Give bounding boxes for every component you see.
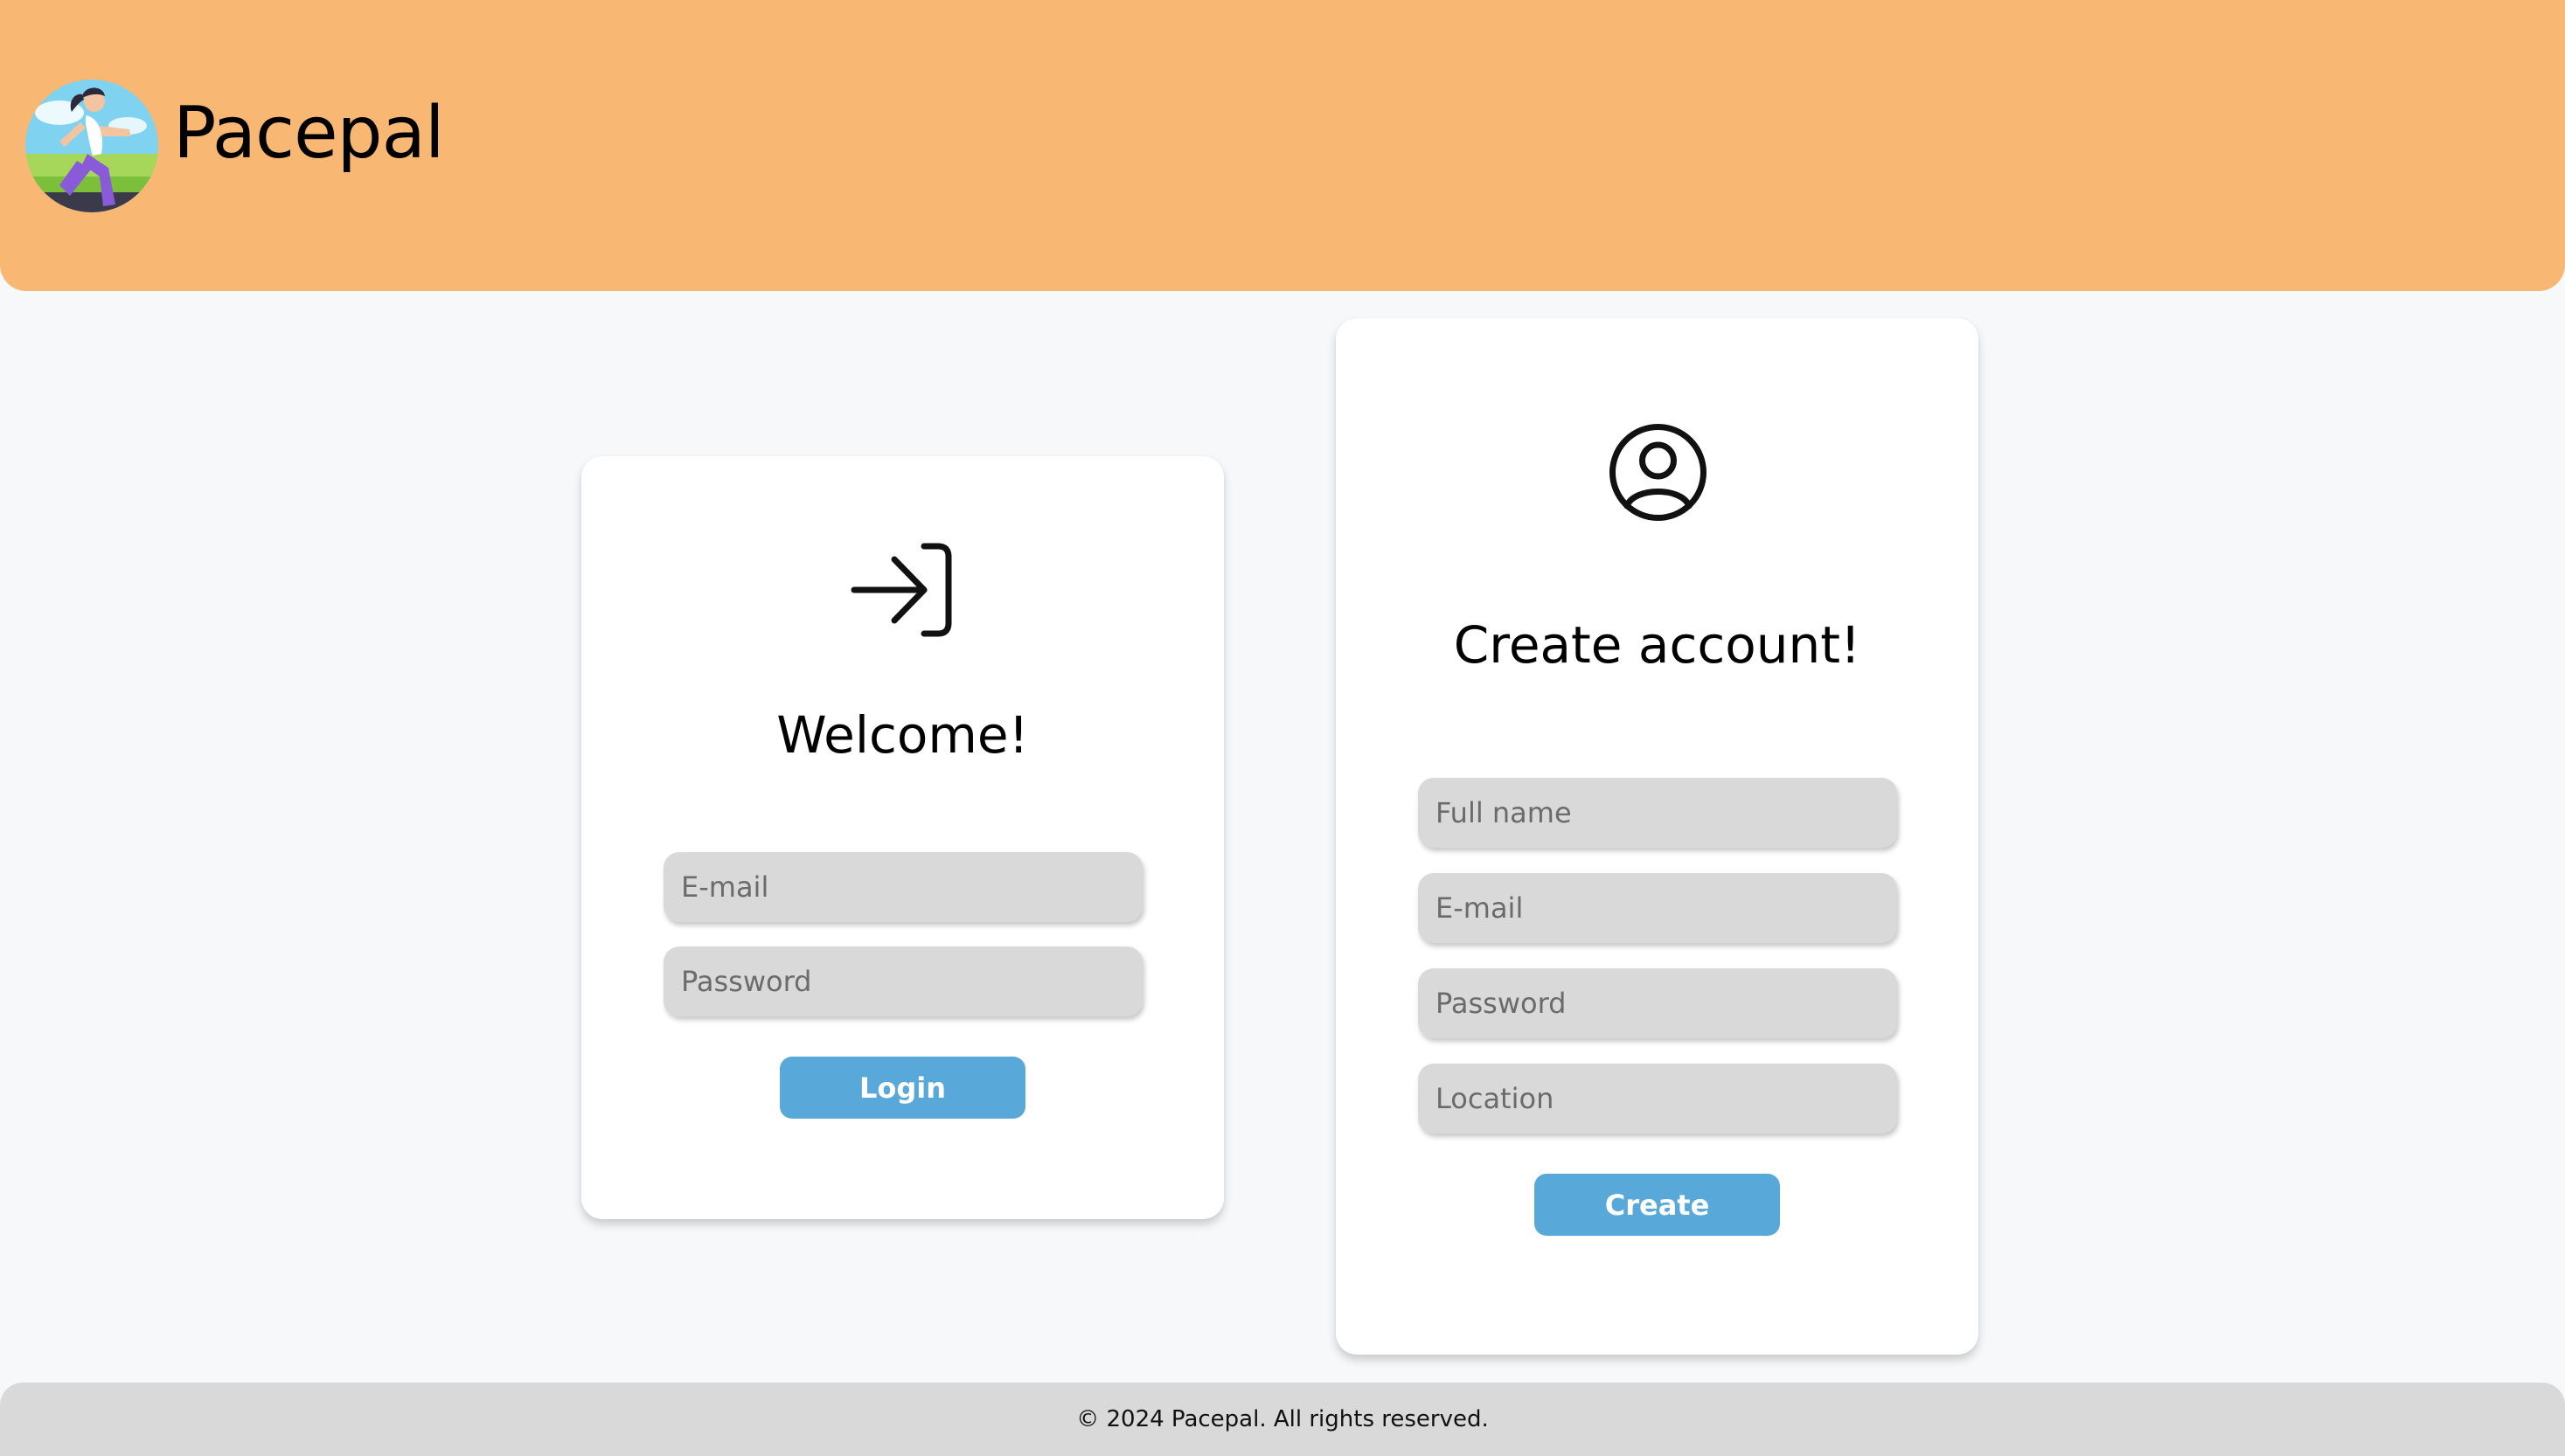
create-password-field[interactable] — [1418, 968, 1897, 1038]
login-card: Welcome! Login — [581, 456, 1224, 1219]
copyright-text: © 2024 Pacepal. All rights reserved. — [1076, 1406, 1489, 1432]
full-name-field[interactable] — [1418, 778, 1897, 848]
create-account-card: Create account! Create — [1336, 318, 1978, 1355]
login-title: Welcome! — [776, 705, 1029, 765]
login-email-field[interactable] — [664, 852, 1143, 922]
create-email-field[interactable] — [1418, 873, 1897, 943]
create-button[interactable]: Create — [1534, 1174, 1780, 1236]
location-field[interactable] — [1418, 1064, 1897, 1134]
create-account-title: Create account! — [1453, 615, 1861, 675]
login-arrow-icon — [851, 542, 956, 641]
footer-bar: © 2024 Pacepal. All rights reserved. — [0, 1383, 2565, 1456]
header-bar: Pacepal — [0, 0, 2565, 291]
brand-name[interactable]: Pacepal — [173, 98, 445, 170]
runner-logo-icon[interactable] — [24, 73, 160, 218]
user-circle-icon — [1608, 422, 1708, 526]
login-password-field[interactable] — [664, 946, 1143, 1016]
login-button[interactable]: Login — [780, 1057, 1025, 1119]
